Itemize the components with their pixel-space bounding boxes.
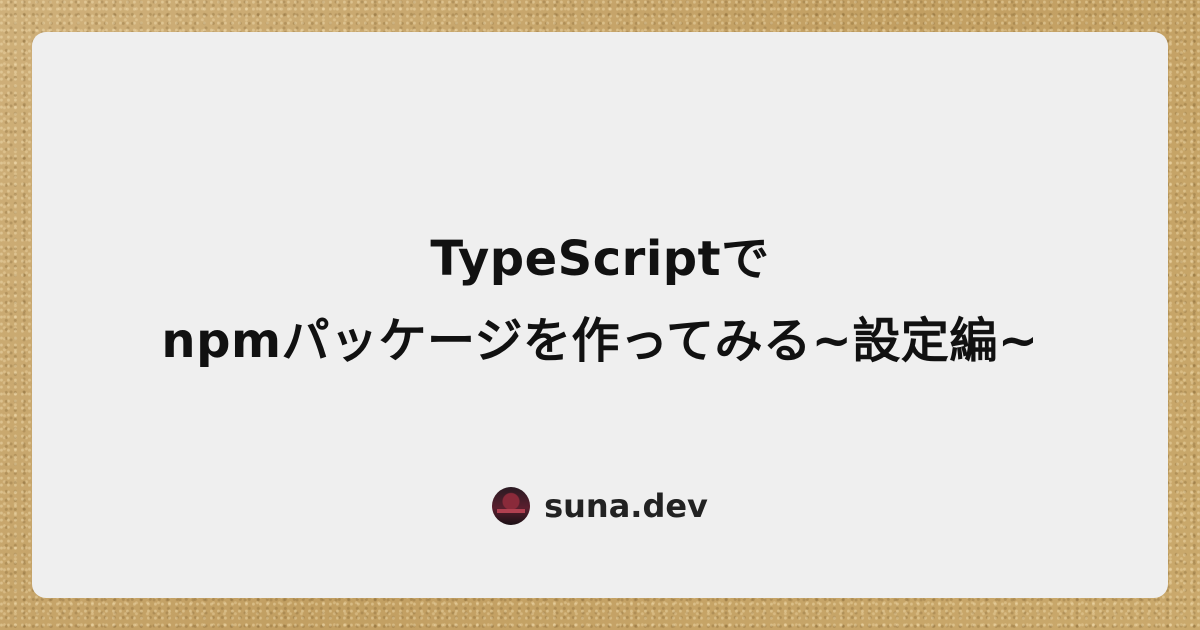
avatar — [492, 487, 531, 525]
article-title: TypeScriptで npmパッケージを作ってみる~設定編~ — [32, 218, 1168, 382]
author-block: suna.dev — [32, 484, 1168, 528]
article-title-line-1: TypeScriptで — [430, 231, 770, 287]
author-name: suna.dev — [544, 487, 708, 525]
og-card: TypeScriptで npmパッケージを作ってみる~設定編~ suna.dev — [32, 32, 1168, 598]
article-title-line-2: npmパッケージを作ってみる~設定編~ — [161, 313, 1039, 369]
